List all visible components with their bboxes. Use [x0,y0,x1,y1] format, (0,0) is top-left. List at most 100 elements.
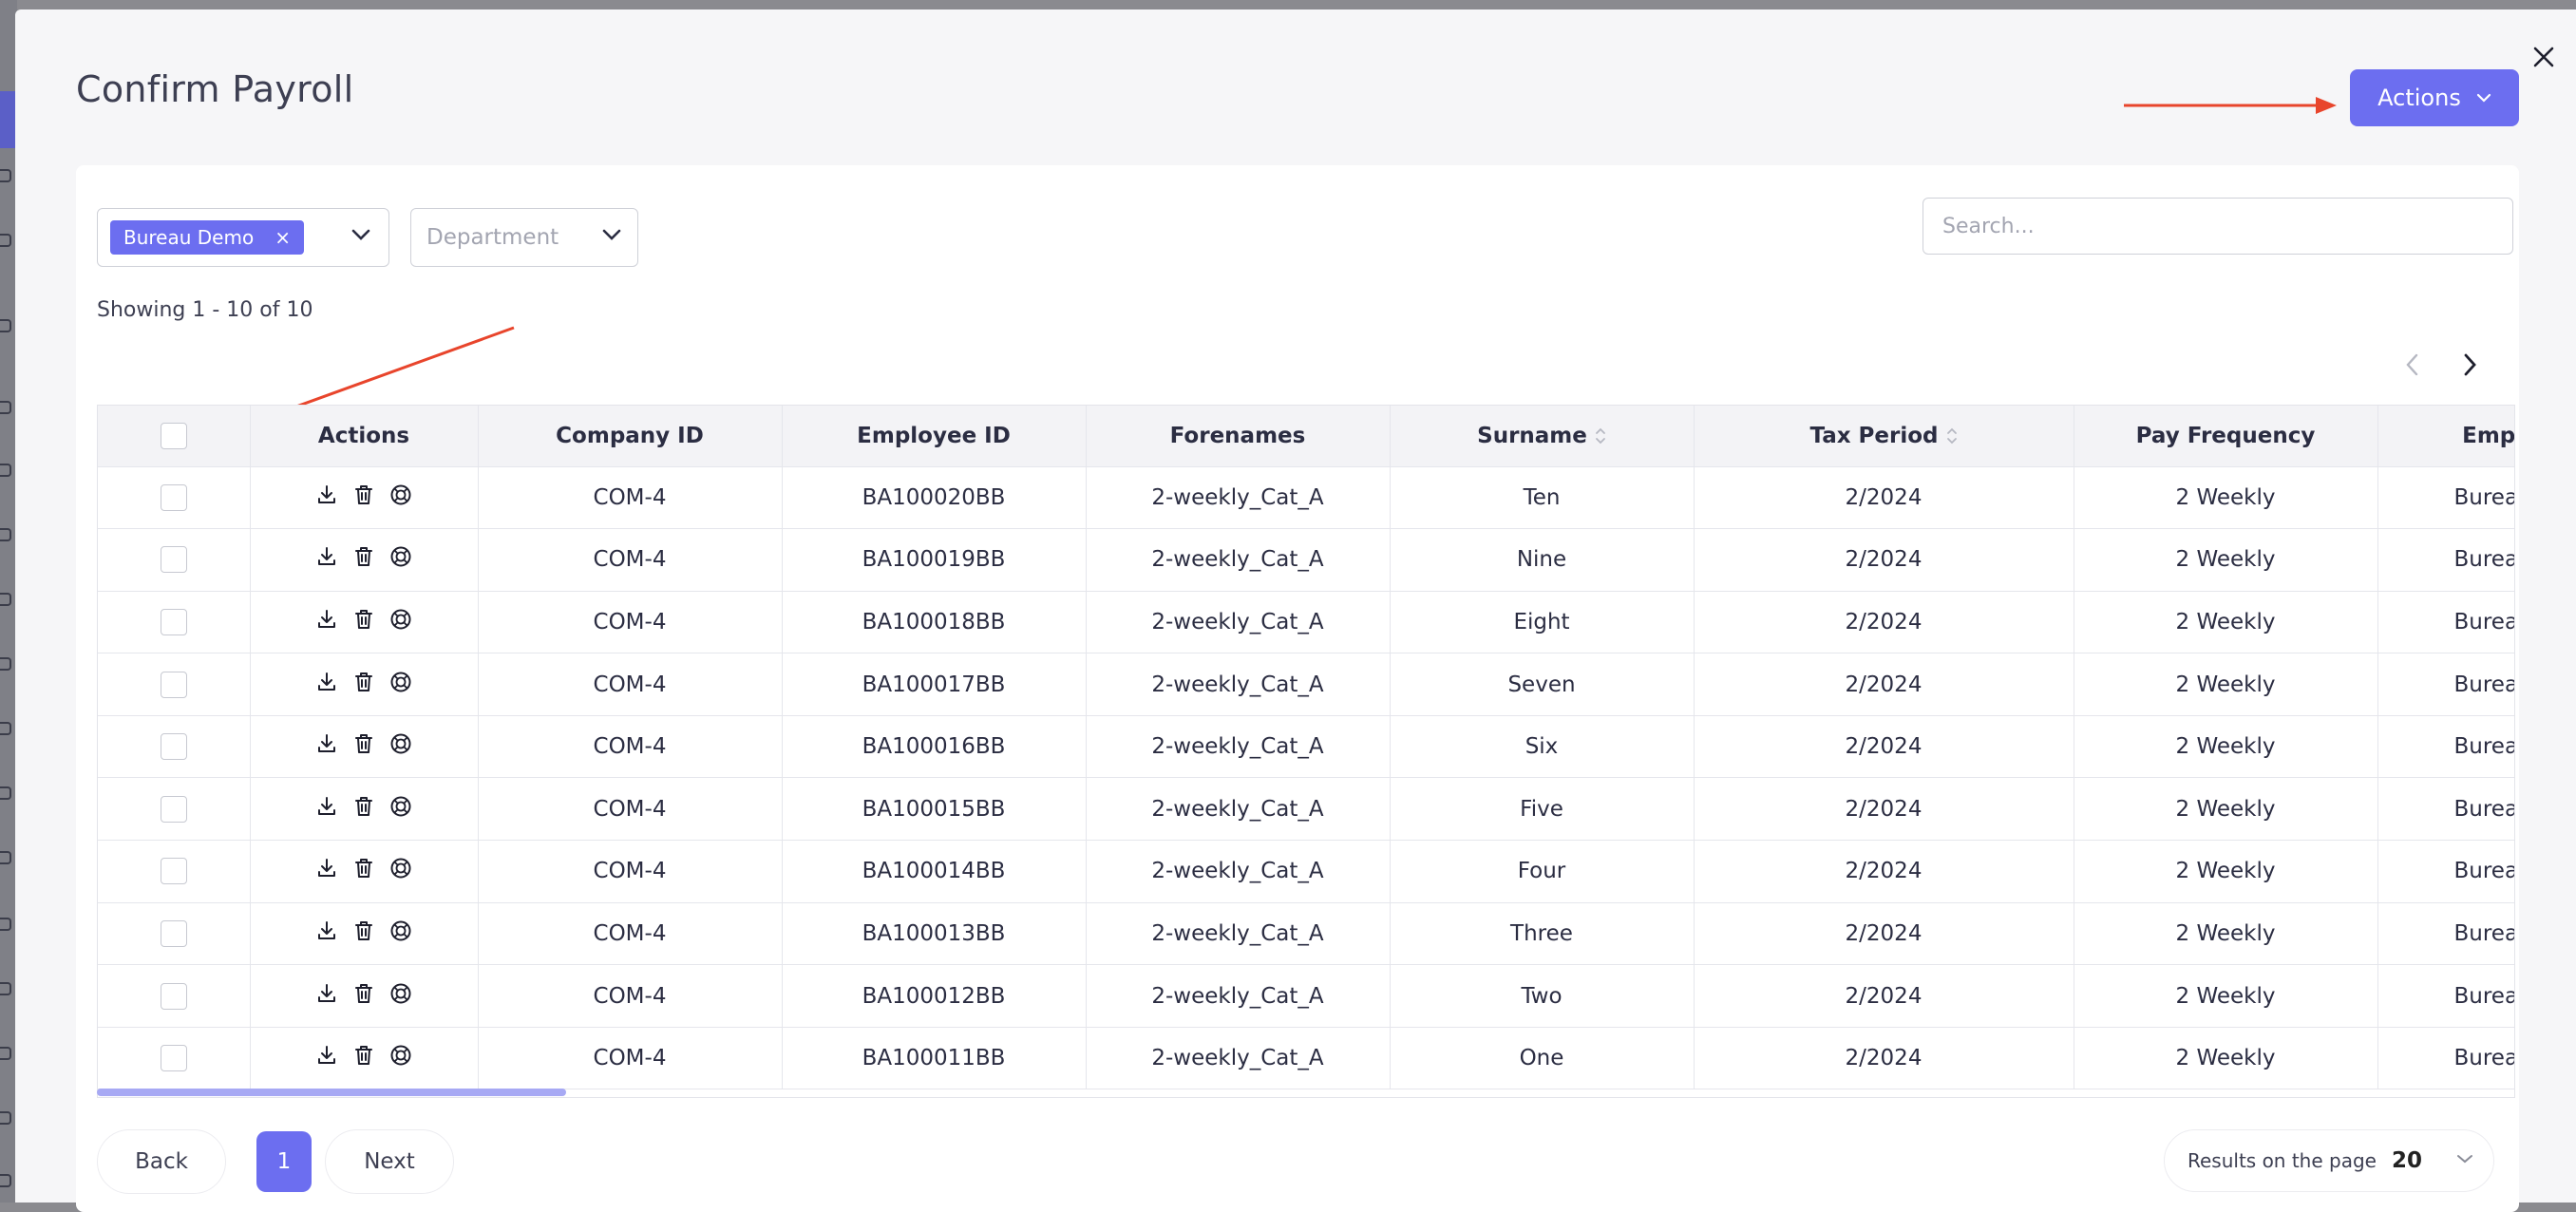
cancel-icon[interactable] [389,671,412,693]
download-icon[interactable] [315,795,338,818]
row-checkbox[interactable] [160,546,187,574]
row-select-cell [98,902,251,966]
row-checkbox[interactable] [160,1045,187,1072]
background-nav-icon [0,918,11,931]
chip-remove-icon[interactable]: × [275,226,291,249]
close-button[interactable] [2525,38,2563,76]
company-id-cell: COM-4 [478,1027,783,1090]
cancel-icon[interactable] [389,919,412,942]
pay-frequency-cell: 2 Weekly [2074,840,2378,903]
row-checkbox[interactable] [160,483,187,511]
row-checkbox[interactable] [160,919,187,947]
download-icon[interactable] [315,608,338,631]
cancel-icon[interactable] [389,857,412,880]
next-button[interactable]: Next [325,1129,454,1194]
forenames-cell: 2-weekly_Cat_A [1086,528,1391,592]
column-header-tax-period-label: Tax Period [1809,423,1939,448]
trash-icon[interactable] [353,1044,374,1067]
row-checkbox[interactable] [160,608,187,635]
pay-frequency-cell: 2 Weekly [2074,466,2378,530]
download-icon[interactable] [315,982,338,1005]
tax-period-cell: 2/2024 [1694,653,2074,716]
cancel-icon[interactable] [389,608,412,631]
employer-cell: Bureau Demo [2377,902,2514,966]
download-icon[interactable] [315,545,338,568]
search-input[interactable] [1923,198,2513,255]
back-button[interactable]: Back [97,1129,226,1194]
background-nav-icon [0,528,11,541]
tax-period-cell: 2/2024 [1694,715,2074,779]
column-header-actions: Actions [250,406,479,467]
employee-id-cell: BA100018BB [782,591,1087,654]
column-header-surname[interactable]: Surname [1390,406,1695,467]
trash-icon[interactable] [353,608,374,631]
row-checkbox[interactable] [160,733,187,761]
surname-cell: Nine [1390,528,1695,592]
cancel-icon[interactable] [389,982,412,1005]
employer-cell: Bureau Demo [2377,777,2514,842]
pay-frequency-cell: 2 Weekly [2074,902,2378,966]
company-id-cell: COM-4 [478,466,783,530]
results-per-page-select[interactable]: Results on the page 20 [2164,1129,2494,1192]
row-checkbox[interactable] [160,982,187,1010]
background-nav-icon [0,1111,11,1125]
column-header-surname-label: Surname [1477,423,1587,448]
pay-frequency-cell: 2 Weekly [2074,964,2378,1028]
department-select[interactable]: Department [410,208,638,267]
cancel-icon[interactable] [389,545,412,568]
company-select[interactable]: Bureau Demo × [97,208,389,267]
forenames-cell: 2-weekly_Cat_A [1086,715,1391,779]
trash-icon[interactable] [353,732,374,755]
cancel-icon[interactable] [389,732,412,755]
row-checkbox[interactable] [160,795,187,823]
trash-icon[interactable] [353,857,374,880]
page-number-button[interactable]: 1 [256,1131,312,1192]
background-nav-icon [0,1047,11,1060]
employee-id-cell: BA100012BB [782,964,1087,1028]
row-actions-cell [250,1027,479,1090]
column-header-pay-frequency: Pay Frequency [2074,406,2378,467]
download-icon[interactable] [315,732,338,755]
table-row: COM-4 BA100015BB 2-weekly_Cat_A Five 2/2024 2… [98,777,2514,842]
chevron-right-icon[interactable] [2460,351,2479,378]
company-id-cell: COM-4 [478,653,783,716]
row-checkbox[interactable] [160,858,187,885]
column-header-employer: Employer [2377,406,2514,467]
cancel-icon[interactable] [389,795,412,818]
trash-icon[interactable] [353,671,374,693]
horizontal-scrollbar[interactable] [97,1089,566,1096]
employer-cell: Bureau Demo [2377,591,2514,654]
tax-period-cell: 2/2024 [1694,964,2074,1028]
forenames-cell: 2-weekly_Cat_A [1086,902,1391,966]
pay-frequency-cell: 2 Weekly [2074,715,2378,779]
download-icon[interactable] [315,919,338,942]
surname-cell: Seven [1390,653,1695,716]
column-header-tax-period[interactable]: Tax Period [1694,406,2074,467]
trash-icon[interactable] [353,919,374,942]
table-header-row: Actions Company ID Employee ID Forenames… [98,406,2514,467]
row-actions-cell [250,591,479,654]
trash-icon[interactable] [353,545,374,568]
trash-icon[interactable] [353,483,374,506]
employee-id-cell: BA100017BB [782,653,1087,716]
modal-title: Confirm Payroll [76,68,354,110]
chevron-down-icon[interactable] [350,228,371,241]
download-icon[interactable] [315,671,338,693]
forenames-cell: 2-weekly_Cat_A [1086,591,1391,654]
forenames-cell: 2-weekly_Cat_A [1086,653,1391,716]
trash-icon[interactable] [353,795,374,818]
cancel-icon[interactable] [389,1044,412,1067]
sort-icon[interactable] [1595,426,1606,445]
row-checkbox[interactable] [160,671,187,698]
results-per-page-value: 20 [2391,1148,2422,1173]
sort-icon[interactable] [1946,426,1958,445]
chevron-left-icon[interactable] [2403,351,2422,378]
download-icon[interactable] [315,483,338,506]
download-icon[interactable] [315,1044,338,1067]
select-all-checkbox[interactable] [160,422,187,449]
actions-button[interactable]: Actions [2350,69,2519,126]
row-actions-cell [250,777,479,842]
download-icon[interactable] [315,857,338,880]
cancel-icon[interactable] [389,483,412,506]
trash-icon[interactable] [353,982,374,1005]
